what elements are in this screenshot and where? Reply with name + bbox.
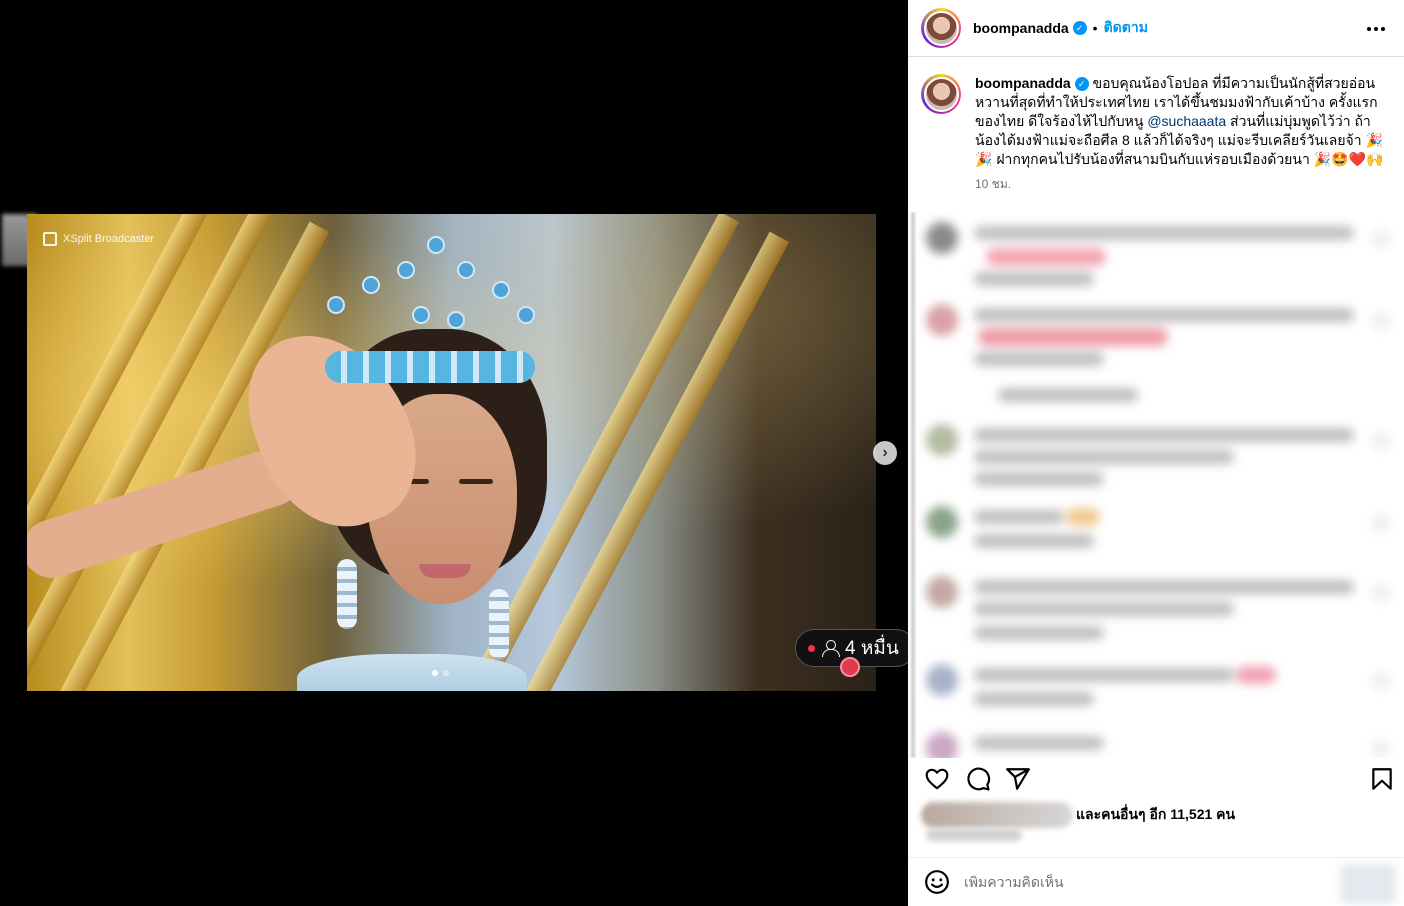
liker-avatars bbox=[921, 802, 1073, 828]
caption-avatar[interactable] bbox=[921, 74, 961, 114]
verified-icon: ✓ bbox=[1072, 21, 1087, 35]
carousel-indicator bbox=[432, 670, 449, 676]
post-date bbox=[926, 829, 1022, 841]
crown bbox=[307, 236, 547, 386]
list-item bbox=[926, 506, 1396, 566]
post-caption: boompanadda ✓ ขอบคุณน้องโอปอล ที่มีความเป… bbox=[921, 74, 1391, 194]
add-comment-bar bbox=[908, 857, 1404, 906]
comment-input[interactable] bbox=[964, 874, 1304, 890]
live-dot-icon bbox=[808, 644, 815, 652]
comment-icon[interactable] bbox=[965, 766, 991, 792]
likes-summary[interactable]: และคนอื่นๆ อีก 11,521 คน bbox=[921, 800, 1391, 830]
broadcaster-watermark: XSplit Broadcaster bbox=[43, 232, 154, 246]
caption-username[interactable]: boompanadda bbox=[975, 75, 1071, 91]
post-header: boompanadda ✓ • ติดตาม bbox=[908, 0, 1404, 57]
post-comment-button[interactable] bbox=[1340, 864, 1396, 904]
emoji-icon[interactable] bbox=[924, 869, 950, 895]
post-actions bbox=[908, 758, 1404, 798]
comments-list[interactable] bbox=[908, 212, 1404, 758]
record-icon bbox=[840, 657, 860, 677]
list-item bbox=[926, 664, 1396, 724]
media-area: XSplit Broadcaster › 4 หมื่น bbox=[0, 0, 908, 906]
post-sidebar: boompanadda ✓ • ติดตาม boompanadda ✓ ขอบค… bbox=[908, 0, 1404, 906]
bookmark-icon[interactable] bbox=[1369, 766, 1395, 792]
likes-count[interactable]: และคนอื่นๆ อีก 11,521 คน bbox=[1076, 804, 1235, 826]
list-item bbox=[926, 304, 1396, 366]
more-options-icon[interactable] bbox=[1364, 17, 1388, 41]
header-separator: • bbox=[1092, 20, 1098, 36]
scrollbar[interactable] bbox=[911, 212, 915, 758]
follow-button[interactable]: ติดตาม bbox=[1104, 17, 1148, 39]
list-item bbox=[926, 732, 1396, 758]
share-icon[interactable] bbox=[1005, 766, 1031, 792]
caption-mention-link[interactable]: @suchaaata bbox=[1147, 113, 1226, 129]
carousel-dot-1 bbox=[432, 670, 438, 676]
list-item bbox=[926, 424, 1396, 486]
next-image-button[interactable]: › bbox=[873, 441, 897, 465]
heart-icon[interactable] bbox=[924, 766, 950, 792]
viewer-icon bbox=[821, 639, 840, 657]
verified-icon: ✓ bbox=[1074, 77, 1089, 92]
carousel-dot-2 bbox=[443, 670, 449, 676]
broadcaster-logo-icon bbox=[43, 232, 57, 246]
profile-avatar[interactable] bbox=[921, 8, 961, 48]
header-username[interactable]: boompanadda bbox=[973, 20, 1069, 36]
chevron-right-icon: › bbox=[882, 444, 888, 461]
dress bbox=[297, 654, 527, 691]
caption-timestamp[interactable]: 10 ชม. bbox=[975, 175, 1391, 194]
list-item bbox=[926, 576, 1396, 640]
post-image[interactable]: XSplit Broadcaster bbox=[27, 214, 876, 691]
instagram-post-view: XSplit Broadcaster › 4 หมื่น boompanadda… bbox=[0, 0, 1404, 906]
list-item bbox=[926, 222, 1396, 286]
